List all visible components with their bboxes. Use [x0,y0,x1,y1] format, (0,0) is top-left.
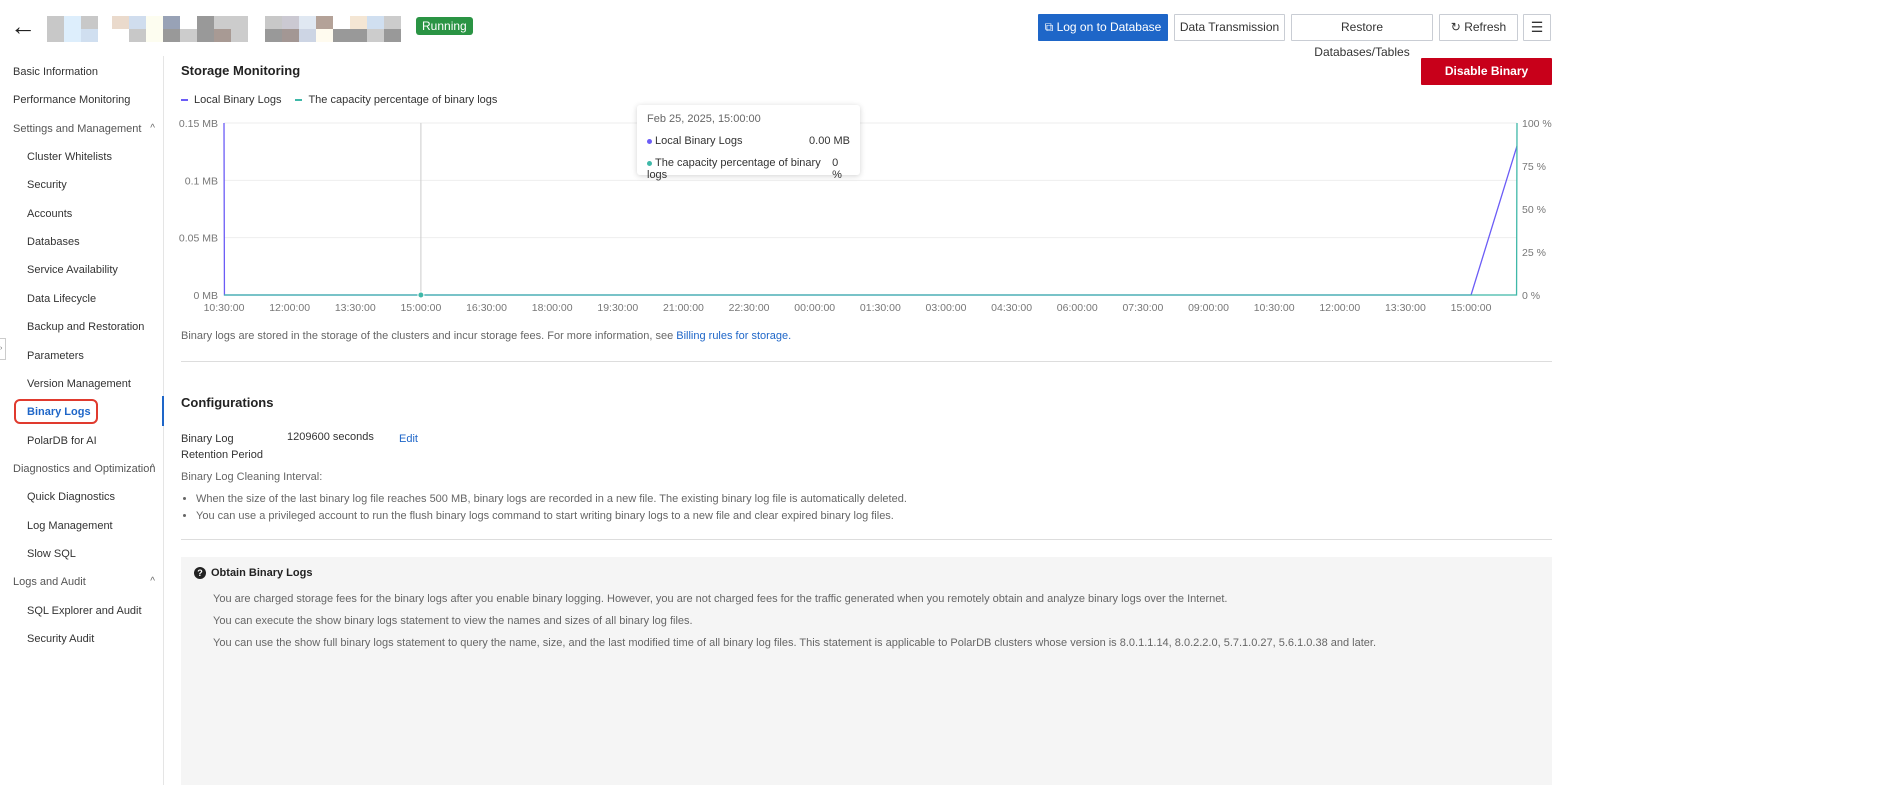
tooltip-value: 0.00 MB [809,135,850,147]
y-left-tick-label: 0.15 MB [179,118,218,130]
chevron-up-icon[interactable]: ^ [150,568,155,596]
sidebar-item[interactable]: Slow SQL [0,540,163,568]
obtain-title: Obtain Binary Logs [211,567,313,579]
y-right-tick-label: 25 % [1522,247,1546,259]
storage-note: Binary logs are stored in the storage of… [181,330,792,342]
x-tick-label: 15:00:00 [400,302,441,314]
x-tick-label: 04:30:00 [991,302,1032,314]
cleaning-bullet: You can use a privileged account to run … [196,508,907,525]
x-tick-label: 12:00:00 [1319,302,1360,314]
divider [181,539,1552,540]
y-right-tick-label: 75 % [1522,161,1546,173]
tooltip-value: 0 % [832,157,842,181]
y-left-tick-label: 0.1 MB [185,175,218,187]
sidebar-item[interactable]: Version Management [0,370,163,398]
divider [181,361,1552,362]
x-tick-label: 00:00:00 [794,302,835,314]
sidebar-item-label: Security Audit [27,633,95,645]
storage-chart: 0 MB 0.05 MB 0.1 MB 0.15 MB 0 % 25 % 50 % 75 % 1… [179,118,1552,314]
sidebar-item-label: Logs and Audit [13,576,86,589]
obtain-binary-logs-panel: ? Obtain Binary Logs You are charged stor… [181,557,1552,785]
x-tick-label: 18:00:00 [532,302,573,314]
x-tick-label: 15:00:00 [1451,302,1492,314]
x-tick-label: 07:30:00 [1122,302,1163,314]
sidebar-item-label: Parameters [27,349,84,362]
x-tick-label: 19:30:00 [597,302,638,314]
sidebar-item-label: Quick Diagnostics [27,491,116,504]
obtain-line: You are charged storage fees for the bin… [213,593,1228,605]
configurations-title: Configurations [181,395,274,410]
y-left-tick-label: 0.05 MB [179,233,218,245]
cleaning-bullet: When the size of the last binary log fil… [196,491,907,508]
x-tick-label: 01:30:00 [860,302,901,314]
billing-rules-link[interactable]: Billing rules for storage. [676,330,791,342]
sidebar-item-label: PolarDB for AI [27,434,97,447]
sidebar-item[interactable]: SQL Explorer and Audit [0,597,163,625]
x-tick-label: 03:00:00 [926,302,967,314]
tooltip-time: Feb 25, 2025, 15:00:00 [647,113,761,125]
sidebar-item[interactable]: Diagnostics and Optimization ^ [0,455,163,483]
sidebar-item-label: Version Management [27,377,131,390]
sidebar-item-label: SQL Explorer and Audit [27,604,142,617]
obtain-line: You can use the show full binary logs st… [213,637,1376,649]
retention-label: Binary Log Retention Period [181,433,263,461]
edit-retention-link[interactable]: Edit [399,433,418,445]
y-right-tick-label: 0 % [1522,290,1540,302]
chart-tooltip: Feb 25, 2025, 15:00:00 Local Binary Logs… [637,105,860,181]
sidebar-item-label: Diagnostics and Optimization [13,462,156,475]
chevron-up-icon[interactable]: ^ [150,455,155,483]
x-tick-label: 06:00:00 [1057,302,1098,314]
y-right-tick-label: 50 % [1522,204,1546,216]
x-tick-label: 22:30:00 [729,302,770,314]
sidebar-item-label: Log Management [27,519,113,532]
x-tick-label: 09:00:00 [1188,302,1229,314]
sidebar-item[interactable]: PolarDB for AI [0,427,163,455]
x-tick-label: 13:30:00 [1385,302,1426,314]
sidebar-item[interactable]: Logs and Audit ^ [0,568,163,596]
x-tick-label: 16:30:00 [466,302,507,314]
x-tick-label: 10:30:00 [1254,302,1295,314]
active-highlight [14,399,98,424]
hover-point [417,291,425,299]
x-tick-label: 12:00:00 [269,302,310,314]
sidebar-item[interactable]: Log Management [0,512,163,540]
sidebar-item[interactable]: Parameters [0,342,163,370]
tooltip-name: Local Binary Logs [655,135,743,147]
series-line-0 [223,122,1518,296]
help-icon: ? [194,567,206,579]
sidebar-item[interactable]: Quick Diagnostics [0,483,163,511]
tooltip-name: The capacity percentage of binary logs [647,157,821,181]
y-left-tick-label: 0 MB [193,290,218,302]
sidebar-item-label: Slow SQL [27,547,76,560]
y-right-tick-label: 100 % [1522,118,1552,130]
obtain-line: You can execute the show binary logs sta… [213,615,693,627]
sidebar-item[interactable]: Security Audit [0,625,163,653]
series-line-1 [224,122,1518,296]
collapse-sidebar-handle[interactable]: › [0,338,6,360]
x-tick-label: 21:00:00 [663,302,704,314]
x-tick-label: 10:30:00 [204,302,245,314]
x-tick-label: 13:30:00 [335,302,376,314]
cleaning-interval-label: Binary Log Cleaning Interval: [181,471,323,483]
active-indicator [162,396,164,426]
retention-value: 1209600 seconds [287,431,374,443]
